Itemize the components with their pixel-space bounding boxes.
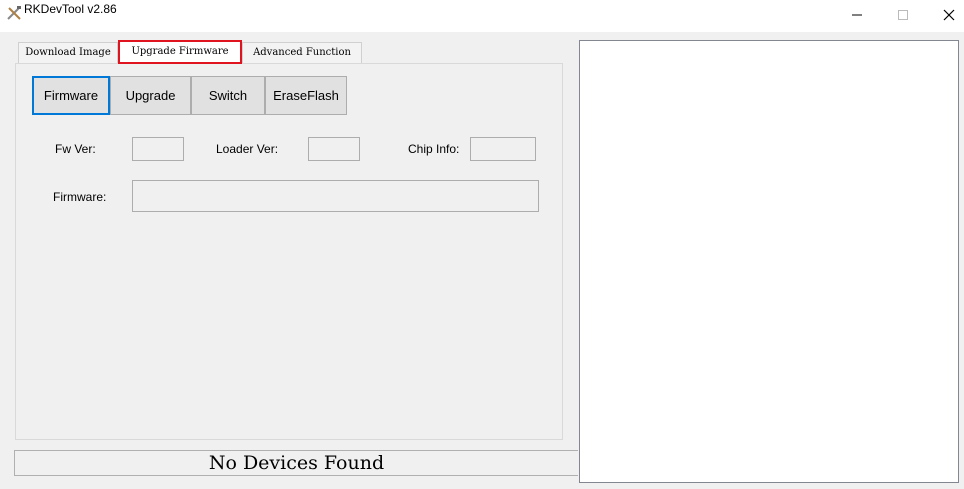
window-title: RKDevTool v2.86 <box>24 2 117 16</box>
chip-info-field <box>470 137 536 161</box>
chip-info-label: Chip Info: <box>408 142 460 156</box>
loader-ver-label: Loader Ver: <box>216 142 279 156</box>
minimize-icon <box>852 14 862 16</box>
title-bar <box>0 0 964 32</box>
close-button[interactable] <box>926 0 964 30</box>
firmware-label: Firmware: <box>53 190 107 204</box>
firmware-path-field <box>132 180 539 212</box>
tab-panel <box>15 63 563 440</box>
erase-flash-button[interactable]: EraseFlash <box>265 76 347 115</box>
close-icon <box>943 9 955 21</box>
status-bar: No Devices Found <box>14 450 578 476</box>
minimize-button[interactable] <box>834 0 880 30</box>
log-panel[interactable] <box>579 40 959 483</box>
switch-button[interactable]: Switch <box>191 76 265 115</box>
upgrade-button[interactable]: Upgrade <box>110 76 191 115</box>
firmware-button[interactable]: Firmware <box>32 76 110 115</box>
loader-ver-field <box>308 137 360 161</box>
tab-advanced-function[interactable]: Advanced Function <box>242 42 362 63</box>
fw-ver-field <box>132 137 184 161</box>
maximize-button[interactable] <box>880 0 926 30</box>
fw-ver-label: Fw Ver: <box>55 142 96 156</box>
tab-download-image[interactable]: Download Image <box>18 42 118 63</box>
tab-upgrade-firmware[interactable]: Upgrade Firmware <box>118 40 242 64</box>
tools-icon <box>6 5 22 21</box>
maximize-icon <box>898 10 908 20</box>
